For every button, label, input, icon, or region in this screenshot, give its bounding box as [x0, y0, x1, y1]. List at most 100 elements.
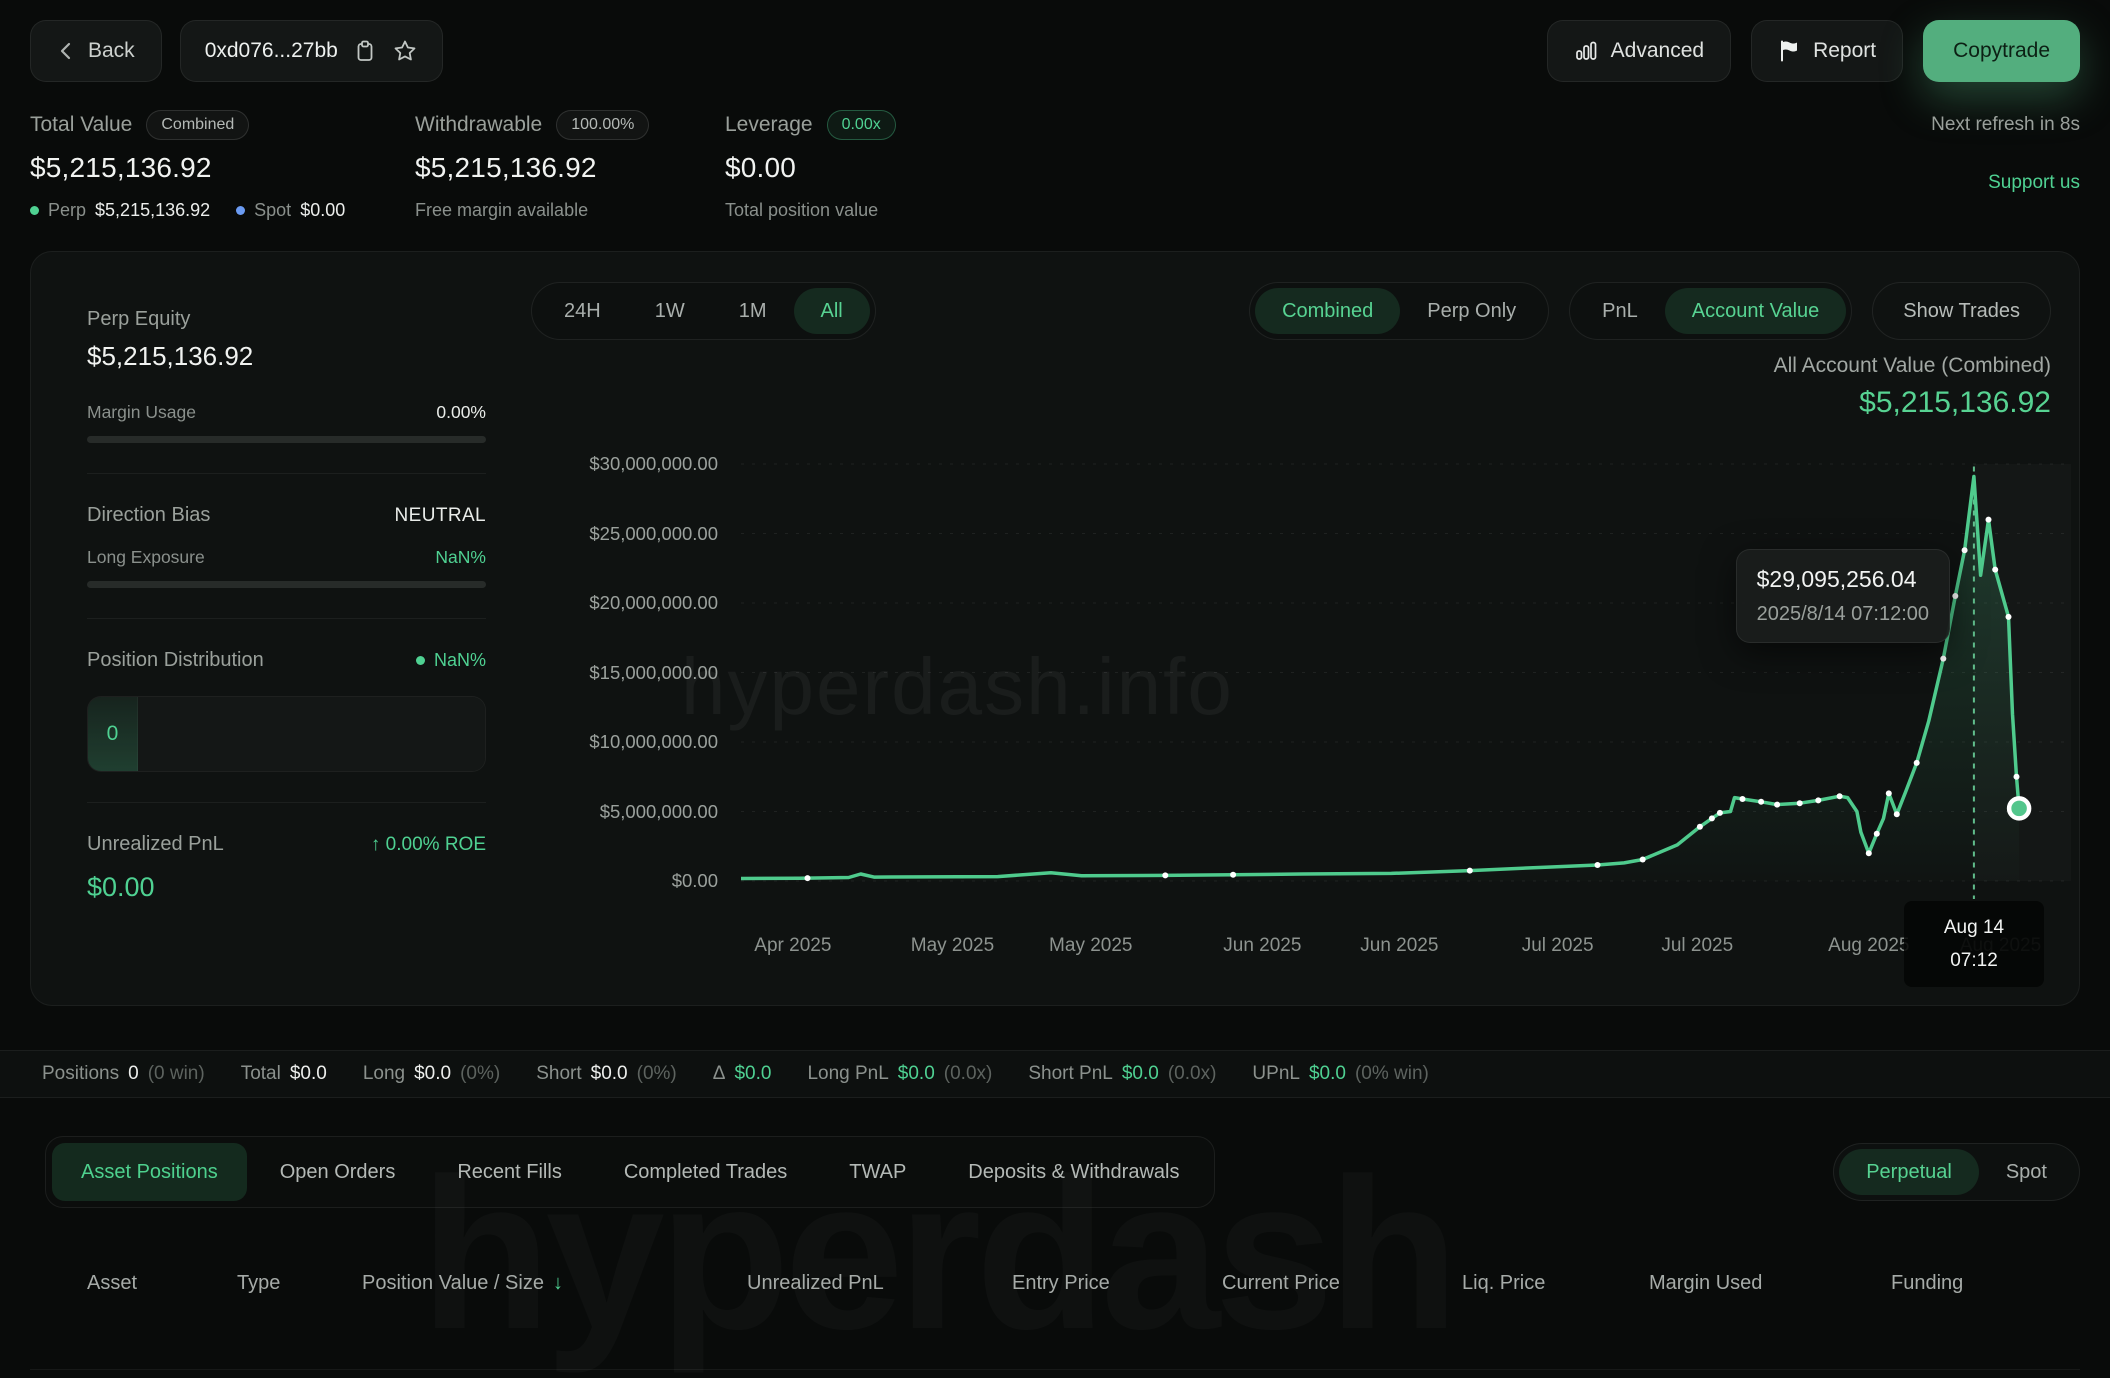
positions-stat-part: $0.0 [898, 1063, 935, 1085]
report-label: Report [1813, 39, 1876, 63]
account-value-chart[interactable]: hyperdash.info $30,000,000.00$25,000,000… [531, 449, 2051, 899]
position-distribution-value: NaN% [434, 650, 486, 671]
total-value-stat: Total Value Combined $5,215,136.92 Perp … [30, 110, 415, 221]
direction-bias-value: NEUTRAL [395, 505, 486, 527]
mode-perp-only[interactable]: Perp Only [1400, 288, 1543, 334]
x-tick: Jun 2025 [1223, 935, 1301, 957]
market-spot[interactable]: Spot [1979, 1149, 2074, 1195]
time-range-tabs: 24H1W1MAll [531, 282, 876, 340]
perp-dot-icon [30, 206, 39, 215]
column-header-type[interactable]: Type [237, 1272, 362, 1295]
column-label: Position Value / Size [362, 1272, 544, 1295]
positions-stat-part: Long [363, 1063, 405, 1085]
column-header-current-price[interactable]: Current Price [1222, 1272, 1462, 1295]
positions-stat-part: 0 [128, 1063, 139, 1085]
x-tick: Aug 2025 [1828, 935, 1909, 957]
advanced-button[interactable]: Advanced [1547, 20, 1731, 82]
margin-usage-value: 0.00% [436, 402, 486, 423]
spot-dot-icon [236, 206, 245, 215]
chart-section: 24H1W1MAll CombinedPerp Only PnLAccount … [531, 252, 2079, 1005]
overview-card: Perp Equity $5,215,136.92 Margin Usage 0… [30, 251, 2080, 1006]
support-us-link[interactable]: Support us [1931, 172, 2080, 194]
show-trades-button[interactable]: Show Trades [1872, 282, 2051, 340]
x-tick: Apr 2025 [754, 935, 831, 957]
column-header-unrealized-pnl[interactable]: Unrealized PnL [747, 1272, 1012, 1295]
column-header-entry-price[interactable]: Entry Price [1012, 1272, 1222, 1295]
column-label: Current Price [1222, 1272, 1340, 1295]
x-tick: Jun 2025 [1360, 935, 1438, 957]
copytrade-button[interactable]: Copytrade [1923, 20, 2080, 82]
favorite-star-icon[interactable] [392, 38, 418, 64]
range-tab-1m[interactable]: 1M [712, 288, 794, 334]
metric-account-value[interactable]: Account Value [1665, 288, 1847, 334]
table-divider [30, 1369, 2080, 1370]
copytrade-label: Copytrade [1953, 39, 2050, 63]
column-label: Liq. Price [1462, 1272, 1545, 1295]
tab-deposits-withdrawals[interactable]: Deposits & Withdrawals [939, 1143, 1208, 1201]
distribution-cell: 0 [88, 697, 138, 771]
long-exposure-value: NaN% [435, 547, 486, 568]
column-label: Margin Used [1649, 1272, 1762, 1295]
wallet-address-pill: 0xd076...27bb [180, 20, 443, 82]
divider [87, 473, 486, 474]
tab-recent-fills[interactable]: Recent Fills [428, 1143, 590, 1201]
positions-stat-part: $0.0 [1122, 1063, 1159, 1085]
withdrawable-sub: Free margin available [415, 200, 588, 221]
x-axis: Apr 2025May 2025May 2025Jun 2025Jun 2025… [741, 899, 2051, 991]
positions-stat-part: (0%) [460, 1063, 500, 1085]
refresh-countdown: Next refresh in 8s [1931, 114, 2080, 136]
range-tab-all[interactable]: All [794, 288, 870, 334]
positions-stat-part: Δ [713, 1063, 726, 1085]
chart-title: All Account Value (Combined) [531, 354, 2051, 378]
leverage-badge: 0.00x [827, 110, 896, 140]
long-exposure-label: Long Exposure [87, 547, 205, 568]
mode-combined[interactable]: Combined [1255, 288, 1400, 334]
y-tick-15m: $15,000,000.00 [531, 662, 726, 684]
column-header-funding[interactable]: Funding [1891, 1272, 2011, 1295]
section-tabs: Asset PositionsOpen OrdersRecent FillsCo… [45, 1136, 1215, 1208]
tab-twap[interactable]: TWAP [820, 1143, 935, 1201]
axis-date-line1: Aug 14 [1944, 918, 2004, 937]
tab-completed-trades[interactable]: Completed Trades [595, 1143, 816, 1201]
account-value-line-chart[interactable] [741, 449, 2071, 899]
metric-toggle: PnLAccount Value [1569, 282, 1852, 340]
positions-stat-long: Long $0.0 (0%) [363, 1063, 500, 1085]
long-exposure-bar [87, 581, 486, 588]
axis-date-tooltip: Aug 14 07:12 [1904, 901, 2044, 987]
axis-date-line2: 07:12 [1950, 951, 1998, 970]
copy-address-icon[interactable] [354, 39, 376, 63]
positions-stat-part: (0.0x) [944, 1063, 993, 1085]
range-tab-24h[interactable]: 24H [537, 288, 628, 334]
column-label: Asset [87, 1272, 137, 1295]
unrealized-roe: ↑ 0.00% ROE [371, 834, 486, 856]
column-header-asset[interactable]: Asset [87, 1272, 237, 1295]
position-distribution-widget: 0 [87, 696, 486, 772]
column-label: Type [237, 1272, 280, 1295]
positions-stat-part: $0.0 [414, 1063, 451, 1085]
leverage-label: Leverage [725, 113, 813, 137]
column-label: Unrealized PnL [747, 1272, 884, 1295]
range-tab-1w[interactable]: 1W [628, 288, 712, 334]
advanced-label: Advanced [1611, 39, 1704, 63]
metric-pnl[interactable]: PnL [1575, 288, 1665, 334]
positions-table-header: Asset Type Position Value / Size↓Unrealize… [30, 1272, 2080, 1295]
hyperdash-wallet-page: hyperdash Back 0xd076...27bb Advanced Re… [0, 0, 2110, 1378]
column-header-liq-price[interactable]: Liq. Price [1462, 1272, 1649, 1295]
column-header-position-value-size[interactable]: Position Value / Size↓ [362, 1272, 747, 1295]
x-tick: May 2025 [911, 935, 994, 957]
positions-stat-short: Short$0.0(0%) [536, 1063, 677, 1085]
account-stats-row: Total Value Combined $5,215,136.92 Perp … [30, 110, 2080, 221]
report-button[interactable]: Report [1751, 20, 1903, 82]
margin-usage-bar [87, 436, 486, 443]
chart-controls: 24H1W1MAll CombinedPerp Only PnLAccount … [531, 282, 2051, 340]
top-bar-actions: Advanced Report Copytrade [1547, 20, 2080, 82]
market-type-toggle: PerpetualSpot [1833, 1143, 2080, 1201]
direction-bias-label: Direction Bias [87, 504, 210, 527]
bottom-tabs-row: Asset PositionsOpen OrdersRecent FillsCo… [45, 1136, 2080, 1208]
back-button[interactable]: Back [30, 20, 162, 82]
market-perpetual[interactable]: Perpetual [1839, 1149, 1979, 1195]
column-header-margin-used[interactable]: Margin Used [1649, 1272, 1891, 1295]
chart-tooltip: $29,095,256.04 2025/8/14 07:12:00 [1736, 549, 1950, 643]
tab-asset-positions[interactable]: Asset Positions [52, 1143, 247, 1201]
tab-open-orders[interactable]: Open Orders [251, 1143, 425, 1201]
